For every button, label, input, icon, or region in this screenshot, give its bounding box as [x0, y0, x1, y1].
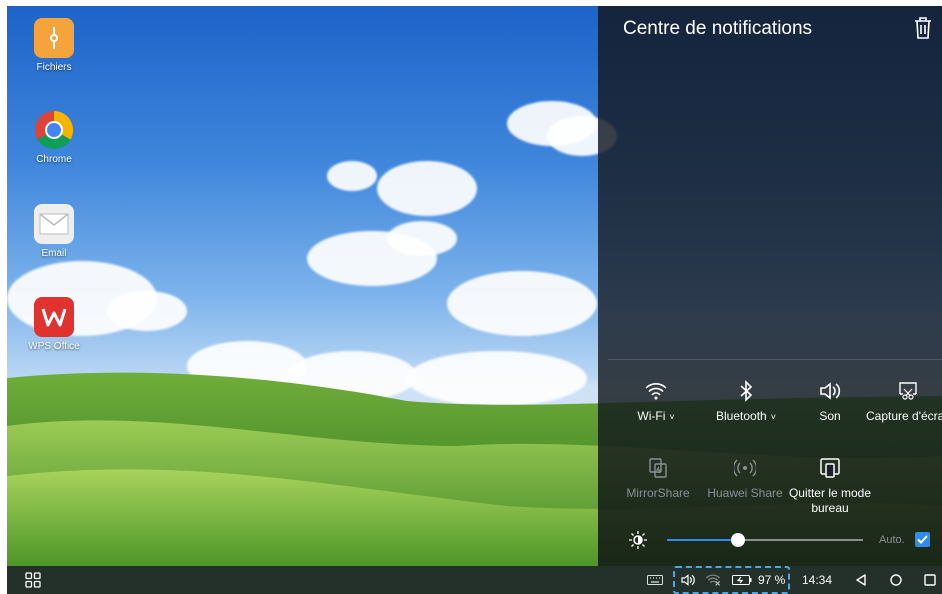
panel-title: Centre de notifications: [623, 18, 813, 39]
toggle-sound[interactable]: Son: [800, 379, 860, 423]
exit-desktop-label: Quitter le mode bureau: [788, 486, 872, 515]
keyboard-icon: [647, 575, 663, 585]
app-drawer-button[interactable]: [25, 566, 41, 594]
toggle-exit-desktop[interactable]: Quitter le mode bureau: [784, 456, 876, 516]
back-triangle-icon: [856, 574, 866, 586]
desktop-icon-wps-office[interactable]: WPS Office: [19, 297, 89, 352]
toggle-bluetooth[interactable]: Bluetooth ˅: [706, 379, 786, 423]
desktop-screen: Fichiers Chrome Email WPS Office Centre …: [7, 6, 942, 594]
app-grid-icon: [25, 572, 41, 588]
toggle-screenshot[interactable]: Capture d'écran: [866, 379, 942, 423]
recents-square-icon: [924, 574, 936, 586]
taskbar: 97 % 14:34: [7, 566, 942, 594]
mirrorshare-label: MirrorShare: [626, 486, 690, 500]
home-circle-icon: [890, 574, 902, 586]
chevron-down-icon: ˅: [770, 412, 776, 422]
toggle-mirrorshare[interactable]: MirrorShare: [620, 456, 696, 500]
keyboard-button[interactable]: [647, 566, 663, 594]
back-button[interactable]: [855, 566, 867, 594]
toggle-wifi[interactable]: Wi-Fi ˅: [626, 379, 686, 423]
screenshot-icon: [868, 379, 942, 403]
bluetooth-label: Bluetooth: [716, 409, 767, 423]
mail-icon: [34, 204, 74, 244]
wifi-label: Wi-Fi: [637, 409, 666, 423]
battery-percent: 97 %: [758, 573, 786, 587]
auto-brightness-checkbox[interactable]: [915, 532, 930, 547]
folder-zip-icon: [34, 18, 74, 58]
speaker-icon: [800, 379, 860, 403]
home-button[interactable]: [890, 566, 902, 594]
brightness-fill: [667, 539, 738, 541]
chevron-down-icon: ˅: [669, 412, 675, 422]
notification-panel: Centre de notifications Wi-Fi ˅ Bluetooth…: [598, 6, 942, 566]
desktop-icon-label: WPS Office: [28, 341, 80, 352]
trash-icon[interactable]: [912, 16, 934, 40]
recents-button[interactable]: [924, 566, 936, 594]
brightness-slider-knob[interactable]: [730, 533, 745, 547]
wifi-status[interactable]: [705, 566, 721, 594]
screenshot-label: Capture d'écran: [866, 409, 942, 423]
toggle-huawei-share[interactable]: Huawei Share: [702, 456, 788, 500]
desktop-icon-fichiers[interactable]: Fichiers: [19, 18, 89, 73]
mirrorshare-icon: [620, 456, 696, 480]
bluetooth-icon: [706, 379, 786, 403]
battery-status[interactable]: 97 %: [732, 566, 785, 594]
check-icon: [917, 535, 928, 544]
clock[interactable]: 14:34: [802, 566, 832, 594]
panel-divider: [608, 359, 942, 360]
desktop-icon-chrome[interactable]: Chrome: [19, 110, 89, 165]
exit-desktop-icon: [784, 456, 876, 480]
brightness-icon: [629, 531, 647, 549]
battery-charging-icon: [732, 575, 752, 585]
huawei-share-label: Huawei Share: [707, 486, 783, 500]
huawei-share-icon: [702, 456, 788, 480]
desktop-icon-label: Email: [41, 248, 67, 259]
wifi-icon: [626, 379, 686, 403]
wps-office-icon: [34, 297, 74, 337]
sound-label: Son: [819, 409, 841, 423]
wifi-off-icon: [705, 574, 721, 586]
desktop-icon-label: Chrome: [36, 154, 72, 165]
brightness-control: Auto.: [629, 529, 930, 551]
desktop-icon-email[interactable]: Email: [19, 204, 89, 259]
volume-status[interactable]: [680, 566, 696, 594]
chrome-icon: [34, 110, 74, 150]
desktop-icon-label: Fichiers: [36, 62, 72, 73]
speaker-icon: [681, 574, 695, 586]
auto-brightness-label: Auto.: [879, 534, 905, 546]
